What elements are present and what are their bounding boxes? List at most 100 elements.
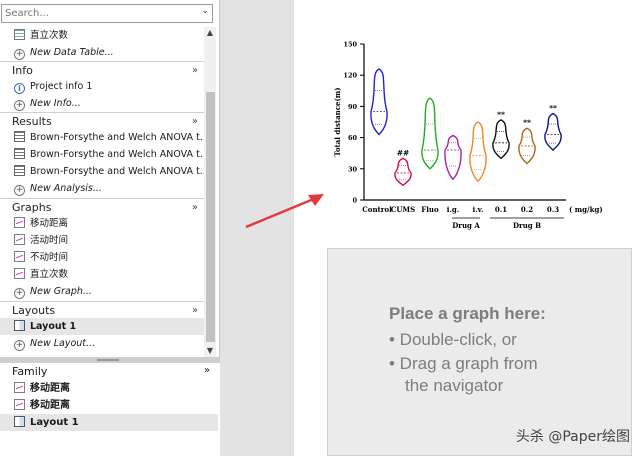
new-layout-label: New Layout...: [30, 338, 96, 349]
navigator-scrollbar[interactable]: ▲ ▼: [204, 27, 216, 357]
new-data-table-link[interactable]: + New Data Table...: [0, 44, 204, 61]
section-results-label: Results: [12, 115, 52, 128]
graph-icon: [14, 217, 25, 228]
family-header: Family: [12, 365, 48, 378]
new-info-label: New Info...: [30, 98, 81, 109]
scroll-up-icon[interactable]: ▲: [204, 27, 216, 39]
graph-icon: [14, 234, 25, 245]
result-item-label: Brown-Forsythe and Welch ANOVA t...: [30, 132, 204, 143]
graph-icon: [14, 399, 25, 410]
expand-icon[interactable]: »: [192, 62, 198, 78]
violin-group: ## ** ** **: [370, 68, 562, 187]
expand-icon[interactable]: »: [192, 199, 198, 215]
significance-label: **: [497, 110, 505, 119]
family-item[interactable]: Layout 1: [0, 414, 218, 431]
graph-axes: [363, 44, 566, 201]
new-layout-link[interactable]: + New Layout...: [0, 335, 204, 352]
x-tick-label: 0.3: [547, 205, 559, 214]
section-info-label: Info: [12, 64, 33, 77]
layout-item-label: Layout 1: [30, 321, 77, 332]
graph-placeholder[interactable]: Place a graph here: • Double-click, or •…: [327, 248, 632, 456]
violin-shape: [544, 112, 562, 152]
expand-icon[interactable]: »: [204, 365, 210, 376]
y-tick-label: 30: [348, 165, 358, 173]
x-label-group: ControlCUMS Fluo i.g. i.v. 0.1 0.2 0.3: [362, 205, 559, 214]
new-graph-link[interactable]: + New Graph...: [0, 283, 204, 300]
family-item[interactable]: 移动距离: [0, 380, 218, 397]
layout-icon: [14, 416, 25, 427]
expand-icon[interactable]: »: [192, 113, 198, 129]
graph-icon: [14, 382, 25, 393]
result-icon: [14, 131, 25, 142]
result-item[interactable]: Brown-Forsythe and Welch ANOVA t...: [0, 129, 204, 146]
info-item-label: Project info 1: [30, 81, 93, 92]
y-tick-label: 120: [343, 72, 357, 80]
splitter-grip[interactable]: [97, 359, 119, 361]
violin-shape: [370, 68, 388, 136]
section-layouts[interactable]: Layouts »: [0, 301, 204, 318]
graph-item-label: 活动时间: [30, 235, 69, 246]
family-item[interactable]: 移动距离: [0, 397, 218, 414]
watermark: 头杀 @Paper绘图: [515, 429, 630, 445]
significance-label: **: [523, 118, 531, 127]
chevron-down-icon[interactable]: ⌄: [201, 6, 209, 16]
plus-icon: +: [14, 185, 25, 196]
new-data-table-label: New Data Table...: [30, 47, 114, 58]
result-icon: [14, 148, 25, 159]
placeholder-line: the navigator: [405, 376, 504, 395]
violin-shape: [469, 121, 487, 183]
family-item-label: 移动距离: [30, 383, 70, 394]
data-table-item[interactable]: 直立次数: [0, 27, 204, 44]
graph-icon: [14, 268, 25, 279]
data-table-label: 直立次数: [30, 30, 69, 41]
x-tick-label: i.g.: [447, 205, 459, 214]
graph-item[interactable]: 直立次数: [0, 266, 204, 283]
placeholder-line: • Drag a graph from: [389, 354, 538, 373]
info-item[interactable]: i Project info 1: [0, 78, 204, 95]
x-tick-label: 0.2: [521, 205, 533, 214]
x-tick-label: CUMS: [391, 205, 415, 214]
result-item-label: Brown-Forsythe and Welch ANOVA t...: [30, 166, 204, 177]
y-axis-label: Total distance(m): [333, 87, 342, 156]
y-tick-label: 150: [343, 41, 357, 49]
graph-item-label: 不动时间: [30, 252, 69, 263]
new-info-link[interactable]: + New Info...: [0, 95, 204, 112]
family-item-label: 移动距离: [30, 400, 70, 411]
significance-label: **: [549, 104, 557, 113]
violin-shape: [394, 157, 412, 187]
new-analysis-link[interactable]: + New Analysis...: [0, 180, 204, 197]
graph-item[interactable]: 不动时间: [0, 249, 204, 266]
section-graphs[interactable]: Graphs »: [0, 198, 204, 215]
expand-icon[interactable]: »: [192, 302, 198, 318]
violin-graph[interactable]: Total distance(m) 0 30 60 90 120 150 ## ** ** **…: [294, 34, 614, 234]
result-icon: [14, 165, 25, 176]
search-input[interactable]: [5, 7, 190, 20]
x-tick-label: Fluo: [421, 205, 439, 214]
graph-item[interactable]: 移动距离: [0, 215, 204, 232]
placeholder-line: • Double-click, or: [389, 330, 517, 349]
scrollbar-thumb[interactable]: [206, 92, 215, 342]
layout-item[interactable]: Layout 1: [0, 318, 204, 335]
graph-item[interactable]: 活动时间: [0, 232, 204, 249]
y-tick-label: 60: [348, 134, 358, 142]
section-results[interactable]: Results »: [0, 112, 204, 129]
group-label-drug-b: Drug B: [513, 221, 541, 230]
y-tick-group: 0 30 60 90 120 150: [343, 41, 364, 205]
section-layouts-label: Layouts: [12, 304, 56, 317]
scroll-down-icon[interactable]: ▼: [204, 345, 216, 357]
result-item[interactable]: Brown-Forsythe and Welch ANOVA t...: [0, 163, 204, 180]
graph-icon: [14, 251, 25, 262]
significance-label: ##: [397, 148, 410, 157]
navigator-panel: ⌄ 直立次数 + New Data Table... Info » i Projec…: [0, 0, 220, 456]
y-tick-label: 90: [348, 103, 358, 111]
result-item[interactable]: Brown-Forsythe and Welch ANOVA t...: [0, 146, 204, 163]
search-field[interactable]: ⌄: [1, 4, 213, 23]
violin-shape: [444, 134, 462, 181]
section-info[interactable]: Info »: [0, 61, 204, 78]
x-tick-label: Control: [362, 205, 392, 214]
section-graphs-label: Graphs: [12, 201, 52, 214]
graph-item-label: 直立次数: [30, 269, 69, 280]
new-graph-label: New Graph...: [30, 286, 92, 297]
placeholder-title: Place a graph here:: [389, 304, 546, 323]
info-icon: i: [14, 83, 25, 94]
